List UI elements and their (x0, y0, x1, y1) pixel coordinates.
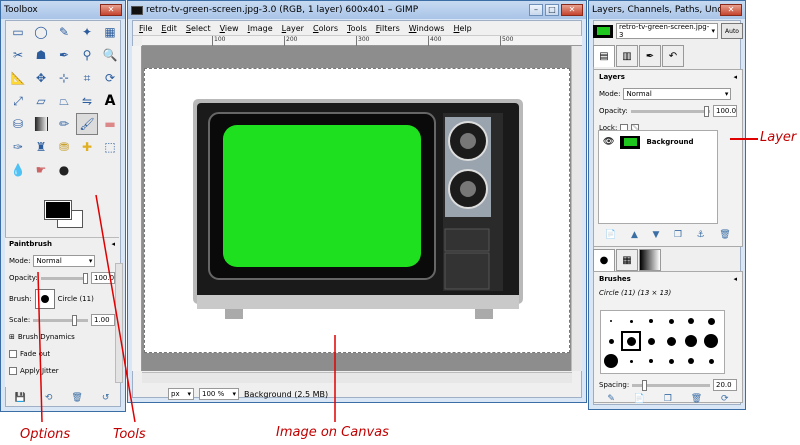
foreground-color[interactable] (44, 200, 72, 220)
tools-pointer-line (95, 194, 136, 423)
options-pointer-line (37, 271, 43, 423)
options-annotation: Options (20, 427, 71, 442)
annotation-lines (37, 194, 336, 423)
tools-annotation: Tools (113, 427, 146, 442)
canvas-annotation: Image on Canvas (276, 425, 389, 440)
